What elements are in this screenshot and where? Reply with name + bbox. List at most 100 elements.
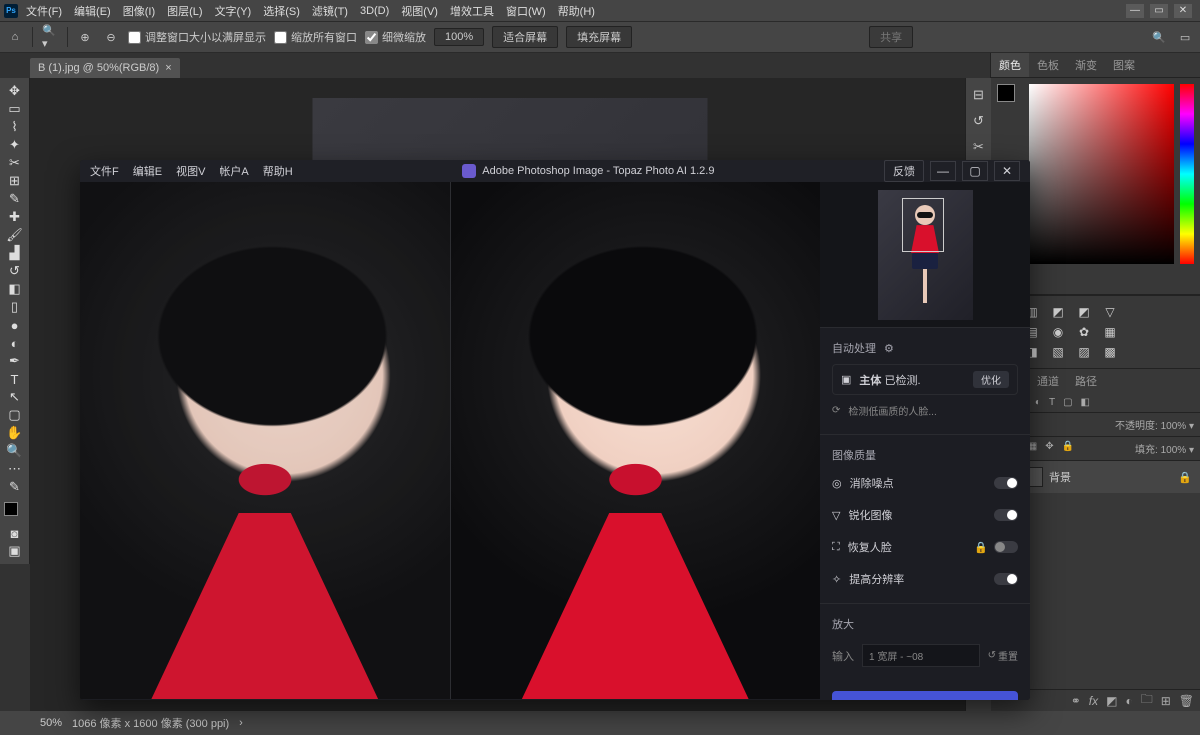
group-icon[interactable]: 🗀 <box>1141 690 1153 711</box>
menu-select[interactable]: 选择(S) <box>259 1 304 21</box>
document-tab[interactable]: B (1).jpg @ 50%(RGB/8) × <box>30 58 180 78</box>
pen-tool-icon[interactable]: ✒ <box>2 352 28 370</box>
plugin-thumbnail[interactable] <box>820 182 1030 327</box>
tab-color[interactable]: 颜色 <box>991 53 1029 77</box>
menu-file[interactable]: 文件(F) <box>22 1 66 21</box>
eraser-tool-icon[interactable]: ◧ <box>2 280 28 298</box>
scrubby-zoom-checkbox[interactable]: 细微缩放 <box>365 29 426 45</box>
tab-patterns[interactable]: 图案 <box>1105 53 1143 77</box>
history-brush-icon[interactable]: ↺ <box>2 262 28 280</box>
screenmode-icon[interactable]: ▣ <box>2 542 28 560</box>
eyedropper-tool-icon[interactable]: ✎ <box>2 190 28 208</box>
window-minimize-icon[interactable]: — <box>1126 4 1144 18</box>
quickmask-icon[interactable]: ◙ <box>2 524 28 542</box>
new-layer-icon[interactable]: ⊞ <box>1161 694 1171 708</box>
status-zoom[interactable]: 50% <box>40 717 62 729</box>
menu-plugins[interactable]: 增效工具 <box>446 1 498 21</box>
menu-layer[interactable]: 图层(L) <box>163 1 206 21</box>
plugin-close-icon[interactable]: ✕ <box>994 161 1020 181</box>
menu-image[interactable]: 图像(I) <box>119 1 159 21</box>
crop-tool-icon[interactable]: ✂ <box>2 154 28 172</box>
zoom-out-icon[interactable]: ⊖ <box>102 28 120 46</box>
zoom-tool-icon[interactable]: 🔍▾ <box>41 28 59 46</box>
link-layers-icon[interactable]: ⚭ <box>1071 694 1081 708</box>
plugin-menu-edit[interactable]: 编辑E <box>133 163 162 179</box>
plugin-minimize-icon[interactable]: — <box>930 161 956 181</box>
sharpen-toggle[interactable] <box>994 509 1018 521</box>
upscale-toggle[interactable] <box>994 573 1018 585</box>
fit-screen-button[interactable]: 适合屏幕 <box>492 26 558 48</box>
status-doc-info[interactable]: 1066 像素 x 1600 像素 (300 ppi) <box>72 715 229 731</box>
layer-kind-shape-icon[interactable]: ▢ <box>1063 397 1072 408</box>
close-tab-icon[interactable]: × <box>165 62 171 74</box>
stamp-tool-icon[interactable]: ▟ <box>2 244 28 262</box>
home-icon[interactable]: ⌂ <box>6 28 24 46</box>
quickselect-tool-icon[interactable]: ✦ <box>2 136 28 154</box>
path-tool-icon[interactable]: ↖ <box>2 388 28 406</box>
window-close-icon[interactable]: ✕ <box>1174 4 1192 18</box>
resize-windows-checkbox[interactable]: 调整窗口大小以满屏显示 <box>128 29 266 45</box>
save-to-photoshop-button[interactable]: 保存 到 Adobe Photoshop <box>832 691 1018 700</box>
layer-mask-icon[interactable]: ◩ <box>1106 694 1117 708</box>
size-input[interactable]: 1 宽屏 - ~08 <box>862 644 980 667</box>
menu-view[interactable]: 视图(V) <box>397 1 442 21</box>
refine-subject-button[interactable]: 优化 <box>973 371 1009 388</box>
fg-bg-color[interactable] <box>4 502 26 524</box>
tab-gradients[interactable]: 渐变 <box>1067 53 1105 77</box>
window-maximize-icon[interactable]: ▭ <box>1150 4 1168 18</box>
row-upscale[interactable]: ✧提高分辨率 <box>832 563 1018 595</box>
delete-layer-icon[interactable]: 🗑 <box>1179 694 1194 708</box>
gear-icon[interactable]: ⚙ <box>884 342 894 355</box>
plugin-preview[interactable]: ⌃ 扫描图像 ▭ ◫ ▯▯ 🔍 100% ▾ <box>80 182 820 700</box>
history-icon[interactable]: ↺ <box>968 110 990 132</box>
fill-screen-button[interactable]: 填充屏幕 <box>566 26 632 48</box>
actions-icon[interactable]: ✂ <box>968 136 990 158</box>
layer-fx-icon[interactable]: fx <box>1089 694 1098 708</box>
properties-icon[interactable]: ⊟ <box>968 84 990 106</box>
row-sharpen[interactable]: ▽锐化图像 <box>832 499 1018 531</box>
zoom-in-icon[interactable]: ⊕ <box>76 28 94 46</box>
menu-edit[interactable]: 编辑(E) <box>70 1 115 21</box>
lock-all-icon[interactable]: 🔒 <box>1062 441 1074 456</box>
plugin-feedback-button[interactable]: 反馈 <box>884 160 924 182</box>
share-button[interactable]: 共享 <box>869 26 913 48</box>
layer-kind-type-icon[interactable]: T <box>1049 397 1055 408</box>
menu-window[interactable]: 窗口(W) <box>502 1 550 21</box>
menu-3d[interactable]: 3D(D) <box>356 3 393 19</box>
brush-tool-icon[interactable]: 🖌 <box>2 226 28 244</box>
tab-channels[interactable]: 通道 <box>1029 369 1067 393</box>
edit-toolbar-icon[interactable]: ✎ <box>2 478 28 496</box>
zoom-100-button[interactable]: 100% <box>434 28 484 46</box>
hand-tool-icon[interactable]: ✋ <box>2 424 28 442</box>
status-arrow-icon[interactable]: › <box>239 717 243 729</box>
search-icon[interactable]: 🔍 <box>1150 28 1168 46</box>
reset-button[interactable]: ↺ 重置 <box>988 648 1018 663</box>
menu-filter[interactable]: 滤镜(T) <box>308 1 352 21</box>
zoom-all-checkbox[interactable]: 缩放所有窗口 <box>274 29 357 45</box>
shape-tool-icon[interactable]: ▢ <box>2 406 28 424</box>
gradient-tool-icon[interactable]: ▯ <box>2 298 28 316</box>
move-tool-icon[interactable]: ✥ <box>2 82 28 100</box>
plugin-menu-file[interactable]: 文件F <box>90 163 119 179</box>
zoom-tool2-icon[interactable]: 🔍 <box>2 442 28 460</box>
plugin-maximize-icon[interactable]: ▢ <box>962 161 988 181</box>
more-tools-icon[interactable]: ⋯ <box>2 460 28 478</box>
adjustment-layer-icon[interactable]: ◐ <box>1125 694 1132 708</box>
color-swatch[interactable] <box>997 84 1023 110</box>
hue-slider[interactable] <box>1180 84 1194 264</box>
color-picker[interactable] <box>1029 84 1174 264</box>
frame-tool-icon[interactable]: ⊞ <box>2 172 28 190</box>
plugin-menu-account[interactable]: 帐户A <box>219 163 248 179</box>
marquee-tool-icon[interactable]: ▭ <box>2 100 28 118</box>
menu-help[interactable]: 帮助(H) <box>554 1 599 21</box>
layer-kind-adj-icon[interactable]: ◐ <box>1035 397 1041 408</box>
lasso-tool-icon[interactable]: ⌇ <box>2 118 28 136</box>
row-remove-noise[interactable]: ◎消除噪点 <box>832 467 1018 499</box>
heal-tool-icon[interactable]: ✚ <box>2 208 28 226</box>
face-toggle[interactable] <box>994 541 1018 553</box>
row-face-recovery[interactable]: ⛶恢复人脸 🔒 <box>832 531 1018 563</box>
dodge-tool-icon[interactable]: ◐ <box>2 334 28 352</box>
noise-toggle[interactable] <box>994 477 1018 489</box>
type-tool-icon[interactable]: T <box>2 370 28 388</box>
tab-paths[interactable]: 路径 <box>1067 369 1105 393</box>
